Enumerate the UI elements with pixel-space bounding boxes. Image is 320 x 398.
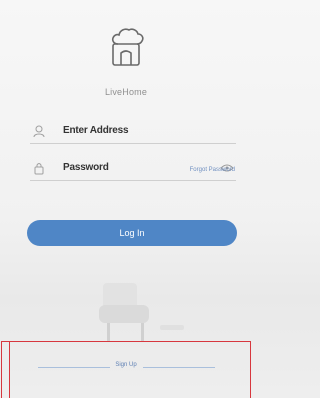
highlight-frame	[1, 341, 251, 398]
address-field[interactable]: Enter Address	[30, 120, 236, 144]
brand-name: LiveHome	[104, 87, 148, 97]
forgot-password-link[interactable]: Forgot Password	[190, 167, 235, 173]
user-icon	[33, 125, 45, 138]
chair-background-image	[99, 283, 184, 341]
address-underline	[30, 143, 236, 144]
highlight-marker	[9, 342, 10, 398]
login-button[interactable]: Log In	[27, 220, 237, 246]
password-value: Password	[63, 162, 109, 173]
signup-link[interactable]: Sign Up	[0, 362, 252, 368]
lock-icon	[34, 163, 44, 175]
house-logo-icon	[111, 28, 144, 66]
address-value: Enter Address	[63, 125, 129, 136]
password-underline	[30, 180, 236, 181]
